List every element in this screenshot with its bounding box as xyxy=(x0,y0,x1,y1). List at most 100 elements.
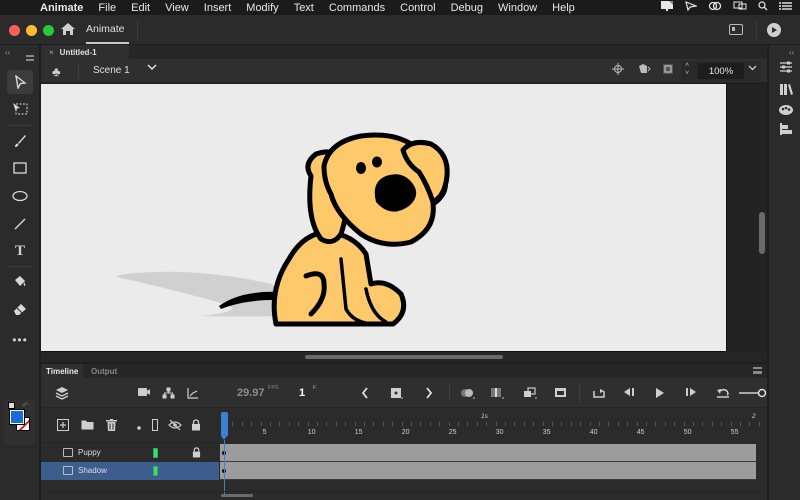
symbol-icon[interactable]: ♣ xyxy=(52,64,61,79)
send-icon[interactable] xyxy=(685,1,699,14)
text-tool[interactable]: T xyxy=(7,239,33,263)
menu-view[interactable]: View xyxy=(165,2,189,14)
layer-row-puppy[interactable]: Puppy xyxy=(41,444,219,462)
play-icon[interactable] xyxy=(655,387,665,402)
panel-menu-icon[interactable] xyxy=(26,55,34,61)
display-mirror-icon[interactable] xyxy=(733,1,747,14)
menu-help[interactable]: Help xyxy=(552,2,575,14)
library-icon[interactable] xyxy=(778,82,794,98)
zoom-input[interactable]: 100% xyxy=(698,63,744,79)
horizontal-scrollbar[interactable] xyxy=(305,355,503,359)
menu-window[interactable]: Window xyxy=(498,2,537,14)
delete-layer-icon[interactable] xyxy=(106,419,117,434)
eraser-tool[interactable] xyxy=(7,297,33,321)
zoom-stepper[interactable]: ˄ ˅ xyxy=(685,62,689,78)
paint-bucket-tool[interactable] xyxy=(7,269,33,293)
rotate-stage-icon[interactable] xyxy=(637,63,651,78)
free-transform-tool[interactable] xyxy=(7,97,33,121)
menu-text[interactable]: Text xyxy=(294,2,314,14)
graph-editor-icon[interactable] xyxy=(187,387,199,402)
menu-commands[interactable]: Commands xyxy=(329,2,385,14)
spotlight-search-icon[interactable] xyxy=(758,1,768,14)
home-icon[interactable] xyxy=(60,22,76,38)
layer-outline-color[interactable] xyxy=(153,466,158,476)
new-layer-icon[interactable] xyxy=(57,419,69,434)
vertical-scrollbar[interactable] xyxy=(759,212,765,254)
menu-edit[interactable]: Edit xyxy=(131,2,150,14)
stage-canvas[interactable] xyxy=(41,84,727,352)
insert-keyframe-icon[interactable] xyxy=(390,387,403,402)
zoom-dropdown-icon[interactable] xyxy=(748,64,757,74)
insert-blank-keyframe-icon[interactable] xyxy=(554,387,567,401)
frame-rate-value[interactable]: 29.97 xyxy=(237,387,265,399)
onion-skin-icon[interactable] xyxy=(460,387,475,402)
fill-color-swatch[interactable] xyxy=(10,410,24,424)
outline-toggle-icon[interactable] xyxy=(152,419,158,434)
workspace-layout-icon[interactable] xyxy=(729,24,743,35)
window-maximize-button[interactable] xyxy=(43,25,54,36)
window-close-button[interactable] xyxy=(9,25,20,36)
app-tab[interactable]: Animate xyxy=(86,23,125,35)
lock-toggle-icon[interactable] xyxy=(191,419,201,434)
layer-name[interactable]: Puppy xyxy=(78,448,101,457)
menu-modify[interactable]: Modify xyxy=(246,2,278,14)
tab-output[interactable]: Output xyxy=(86,364,122,378)
reset-colors-icon[interactable]: ↶ xyxy=(22,401,29,410)
center-stage-icon[interactable] xyxy=(612,63,624,78)
layer-name[interactable]: Shadow xyxy=(78,466,107,475)
highlight-layer-icon[interactable] xyxy=(137,421,141,433)
swap-colors-icon[interactable] xyxy=(8,402,15,409)
control-center-icon[interactable] xyxy=(779,1,792,14)
timeline-ruler[interactable]: 5 10 15 20 25 30 35 40 45 50 55 1s 2 xyxy=(219,408,767,443)
notification-icon[interactable] xyxy=(660,0,674,15)
scene-dropdown-icon[interactable] xyxy=(147,63,157,74)
oval-tool[interactable] xyxy=(7,184,33,208)
menu-control[interactable]: Control xyxy=(400,2,435,14)
edit-multiple-frames-icon[interactable] xyxy=(490,387,504,402)
frame-span-shadow[interactable] xyxy=(220,462,756,480)
frame-size-slider[interactable] xyxy=(739,388,767,401)
collapse-panel-icon[interactable]: ‹‹ xyxy=(5,48,10,57)
layer-outline-color[interactable] xyxy=(153,448,158,458)
line-tool[interactable] xyxy=(7,212,33,236)
step-back-icon[interactable] xyxy=(623,387,635,400)
current-frame-value[interactable]: 1 xyxy=(299,387,305,399)
menu-insert[interactable]: Insert xyxy=(204,2,232,14)
assets-palette-icon[interactable] xyxy=(778,102,794,118)
next-keyframe-icon[interactable] xyxy=(425,387,433,402)
menu-animate[interactable]: Animate xyxy=(40,2,83,14)
camera-icon[interactable] xyxy=(137,387,151,400)
step-forward-icon[interactable] xyxy=(685,387,697,400)
selection-tool[interactable] xyxy=(7,70,33,94)
timeline-scrollbar[interactable] xyxy=(221,494,253,497)
collapse-panel-icon[interactable]: ‹‹ xyxy=(789,48,794,57)
align-icon[interactable] xyxy=(778,122,794,138)
creative-cloud-icon[interactable] xyxy=(708,1,722,14)
more-tools-icon[interactable]: ••• xyxy=(7,328,33,352)
window-minimize-button[interactable] xyxy=(26,25,37,36)
visibility-toggle-icon[interactable] xyxy=(168,419,182,434)
brush-tool[interactable] xyxy=(7,129,33,153)
previous-keyframe-icon[interactable] xyxy=(361,387,369,402)
rectangle-tool[interactable] xyxy=(7,156,33,180)
layers-icon[interactable] xyxy=(55,386,69,403)
frame-span-puppy[interactable] xyxy=(220,444,756,462)
create-motion-tween-icon[interactable] xyxy=(523,387,537,402)
layer-lock-icon[interactable] xyxy=(192,447,201,460)
test-movie-button[interactable] xyxy=(767,23,781,37)
properties-icon[interactable] xyxy=(778,60,794,76)
playhead[interactable] xyxy=(221,412,228,440)
close-tab-icon[interactable]: × xyxy=(49,48,54,57)
rewind-loop-icon[interactable] xyxy=(716,387,730,402)
panel-menu-icon[interactable] xyxy=(753,367,762,374)
menu-debug[interactable]: Debug xyxy=(451,2,483,14)
layer-row-shadow[interactable]: Shadow xyxy=(41,462,219,480)
menu-file[interactable]: File xyxy=(98,2,116,14)
scene-name[interactable]: Scene 1 xyxy=(93,65,130,76)
new-folder-icon[interactable] xyxy=(81,419,94,433)
layer-parenting-icon[interactable] xyxy=(162,387,175,402)
loop-playback-icon[interactable] xyxy=(592,387,606,402)
document-tab[interactable]: × Untitled-1 xyxy=(41,45,129,59)
clip-content-icon[interactable] xyxy=(662,63,674,78)
tab-timeline[interactable]: Timeline xyxy=(41,364,84,378)
